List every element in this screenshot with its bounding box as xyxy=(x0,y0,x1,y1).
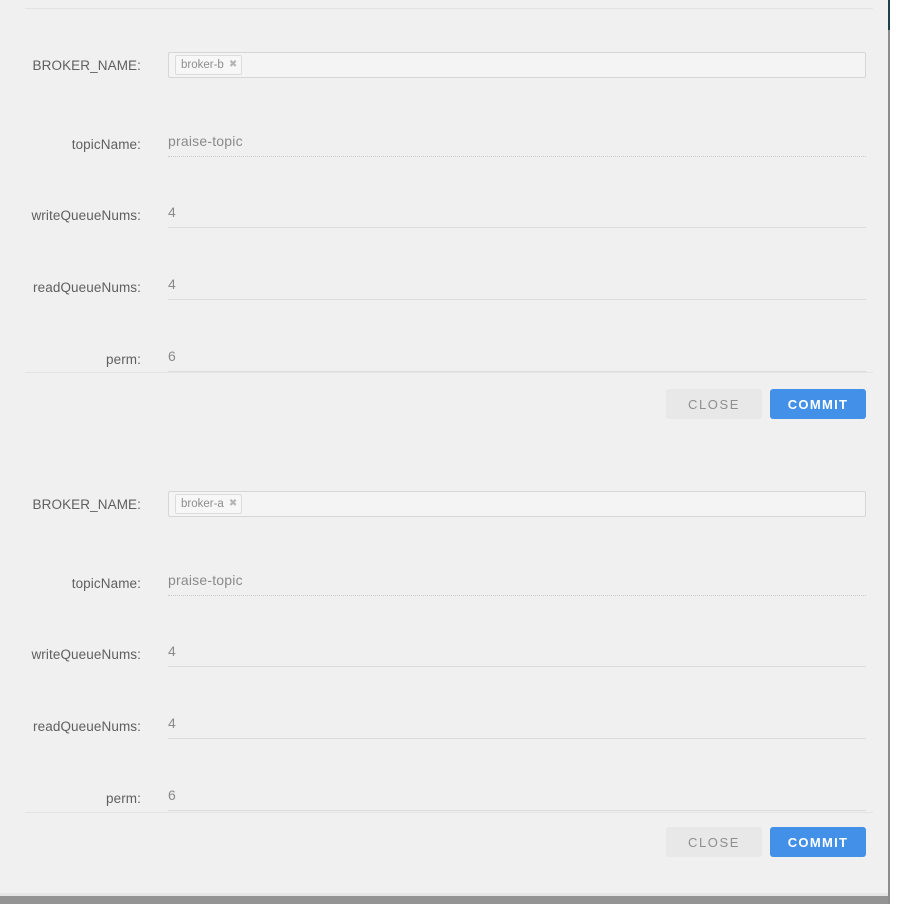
input-write-queue-nums[interactable]: 4 xyxy=(168,201,866,228)
field-row-read-queue-nums: readQueueNums: 4 xyxy=(0,248,890,300)
input-value-perm: 6 xyxy=(168,348,176,364)
close-x-icon[interactable]: ✖ xyxy=(229,60,237,70)
field-label-write-queue-nums: writeQueueNums: xyxy=(31,208,141,223)
field-row-read-queue-nums: readQueueNums: 4 xyxy=(0,687,890,739)
field-label-perm: perm: xyxy=(105,352,141,367)
close-button[interactable]: CLOSE xyxy=(666,827,762,857)
form-footer-divider xyxy=(25,812,873,813)
field-row-write-queue-nums: writeQueueNums: 4 xyxy=(0,615,890,667)
input-value-write-queue-nums: 4 xyxy=(168,643,176,659)
field-row-perm: perm: 6 xyxy=(0,320,890,372)
input-perm[interactable]: 6 xyxy=(168,345,866,372)
form-actions: CLOSE COMMIT xyxy=(0,827,890,857)
broker-tag-label: broker-a xyxy=(181,498,224,510)
top-divider xyxy=(25,8,873,9)
field-control-write-queue-nums: 4 xyxy=(168,640,866,667)
field-label-broker-name: BROKER_NAME: xyxy=(32,58,141,73)
broker-name-multiselect[interactable]: broker-a ✖ xyxy=(168,491,866,517)
field-control-read-queue-nums: 4 xyxy=(168,712,866,739)
field-label-read-queue-nums: readQueueNums: xyxy=(33,719,141,734)
broker-tag-label: broker-b xyxy=(181,59,224,71)
input-underline xyxy=(168,227,866,228)
input-perm[interactable]: 6 xyxy=(168,784,866,811)
dialog-viewport: BROKER_NAME: broker-b ✖ topicName: praise-to… xyxy=(0,0,897,904)
field-control-write-queue-nums: 4 xyxy=(168,201,866,228)
input-value-topic-name: praise-topic xyxy=(168,572,243,588)
field-row-broker-name: BROKER_NAME: broker-a ✖ xyxy=(0,461,890,517)
input-value-write-queue-nums: 4 xyxy=(168,204,176,220)
input-read-queue-nums[interactable]: 4 xyxy=(168,273,866,300)
input-value-perm: 6 xyxy=(168,787,176,803)
field-label-topic-name: topicName: xyxy=(71,576,141,591)
broker-name-multiselect[interactable]: broker-b ✖ xyxy=(168,52,866,78)
right-gutter xyxy=(890,0,897,904)
input-underline xyxy=(168,810,866,811)
field-control-topic-name: praise-topic xyxy=(168,130,866,157)
window-bottom-bar xyxy=(0,896,890,904)
form-footer-divider xyxy=(25,372,873,373)
input-topic-name: praise-topic xyxy=(168,130,866,157)
field-label-write-queue-nums: writeQueueNums: xyxy=(31,647,141,662)
field-control-perm: 6 xyxy=(168,345,866,372)
broker-tag: broker-b ✖ xyxy=(175,55,243,75)
field-control-perm: 6 xyxy=(168,784,866,811)
field-control-topic-name: praise-topic xyxy=(168,569,866,596)
input-value-read-queue-nums: 4 xyxy=(168,715,176,731)
close-x-icon[interactable]: ✖ xyxy=(229,499,237,509)
field-control-read-queue-nums: 4 xyxy=(168,273,866,300)
input-write-queue-nums[interactable]: 4 xyxy=(168,640,866,667)
field-row-broker-name: BROKER_NAME: broker-b ✖ xyxy=(0,22,890,78)
input-underline xyxy=(168,738,866,739)
input-value-read-queue-nums: 4 xyxy=(168,276,176,292)
field-label-read-queue-nums: readQueueNums: xyxy=(33,280,141,295)
field-row-perm: perm: 6 xyxy=(0,759,890,811)
field-row-topic-name: topicName: praise-topic xyxy=(0,105,890,157)
input-read-queue-nums[interactable]: 4 xyxy=(168,712,866,739)
field-label-perm: perm: xyxy=(105,791,141,806)
commit-button[interactable]: COMMIT xyxy=(770,389,866,419)
field-row-write-queue-nums: writeQueueNums: 4 xyxy=(0,176,890,228)
input-underline xyxy=(168,299,866,300)
input-value-topic-name: praise-topic xyxy=(168,133,243,149)
field-row-topic-name: topicName: praise-topic xyxy=(0,544,890,596)
close-button[interactable]: CLOSE xyxy=(666,389,762,419)
input-underline xyxy=(168,156,866,157)
input-underline xyxy=(168,666,866,667)
input-topic-name: praise-topic xyxy=(168,569,866,596)
field-control-broker-name: broker-b ✖ xyxy=(168,52,866,78)
field-label-topic-name: topicName: xyxy=(71,137,141,152)
commit-button[interactable]: COMMIT xyxy=(770,827,866,857)
input-underline xyxy=(168,595,866,596)
broker-tag: broker-a ✖ xyxy=(175,494,243,514)
form-actions: CLOSE COMMIT xyxy=(0,389,890,419)
field-control-broker-name: broker-a ✖ xyxy=(168,491,866,517)
field-label-broker-name: BROKER_NAME: xyxy=(32,497,141,512)
